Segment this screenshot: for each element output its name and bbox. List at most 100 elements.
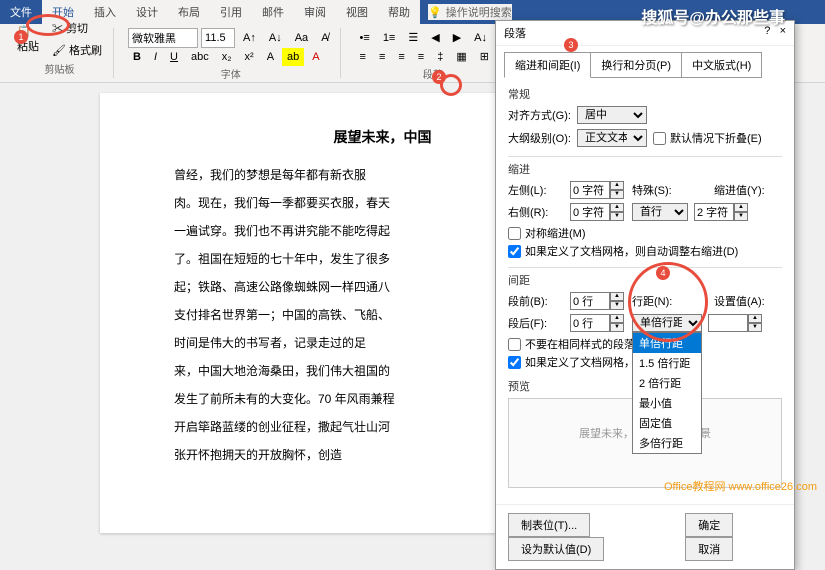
dropdown-item[interactable]: 单倍行距	[633, 333, 701, 353]
font-size-select[interactable]	[201, 28, 235, 48]
tab-file[interactable]: 文件	[0, 0, 42, 24]
dialog-tabs: 缩进和间距(I) 换行和分页(P) 中文版式(H)	[496, 46, 794, 78]
align-center-icon[interactable]: ≡	[374, 48, 390, 66]
format-painter-button[interactable]: 🖌 格式刷	[47, 39, 107, 61]
italic-button[interactable]: I	[149, 48, 162, 66]
align-left-icon[interactable]: ≡	[355, 48, 371, 66]
section-general: 常规	[508, 86, 782, 102]
tab-help[interactable]: 帮助	[378, 0, 420, 24]
up-icon[interactable]: ▲	[610, 203, 624, 212]
cut-button[interactable]: ✂ 剪切	[47, 17, 107, 39]
tab-design[interactable]: 设计	[126, 0, 168, 24]
align-select[interactable]: 居中	[577, 106, 647, 124]
outline-label: 大纲级别(O):	[508, 130, 571, 146]
set-value-input[interactable]	[708, 314, 748, 332]
group-label: 字体	[128, 66, 334, 81]
line-spacing-label: 行距(N):	[632, 293, 688, 309]
annotation-badge: 1	[14, 30, 28, 44]
superscript-button[interactable]: x²	[240, 48, 259, 66]
tab-indent-spacing[interactable]: 缩进和间距(I)	[504, 52, 591, 78]
down-icon[interactable]: ▼	[734, 212, 748, 221]
tell-me-search[interactable]: 💡 操作说明搜索	[428, 4, 512, 20]
tab-chinese[interactable]: 中文版式(H)	[681, 52, 762, 78]
auto-indent-checkbox[interactable]	[508, 245, 521, 258]
indent-value-label: 缩进值(Y):	[714, 182, 770, 198]
up-icon[interactable]: ▲	[610, 292, 624, 301]
change-case-icon[interactable]: Aa	[290, 29, 313, 47]
increase-indent-icon[interactable]: ▶	[448, 28, 466, 47]
no-space-checkbox[interactable]	[508, 338, 521, 351]
up-icon[interactable]: ▲	[610, 181, 624, 190]
auto-indent-label: 如果定义了文档网格，则自动调整右缩进(D)	[525, 243, 738, 259]
strike-button[interactable]: abc	[186, 48, 214, 66]
tabstop-button[interactable]: 制表位(T)...	[508, 513, 590, 537]
mirror-label: 对称缩进(M)	[525, 225, 586, 241]
bold-button[interactable]: B	[128, 48, 146, 66]
clear-format-icon[interactable]: A̸	[316, 29, 333, 47]
snap-grid-checkbox[interactable]	[508, 356, 521, 369]
cancel-button[interactable]: 取消	[685, 537, 733, 561]
font-family-select[interactable]	[128, 28, 198, 48]
down-icon[interactable]: ▼	[610, 301, 624, 310]
highlight-button[interactable]: ab	[282, 48, 304, 66]
dropdown-item[interactable]: 2 倍行距	[633, 373, 701, 393]
align-right-icon[interactable]: ≡	[393, 48, 409, 66]
down-icon[interactable]: ▼	[610, 190, 624, 199]
collapse-checkbox[interactable]	[653, 132, 666, 145]
up-icon[interactable]: ▲	[734, 203, 748, 212]
text-effects-icon[interactable]: A	[262, 48, 279, 66]
tab-mail[interactable]: 邮件	[252, 0, 294, 24]
line-spacing-dropdown[interactable]: 单倍行距 单倍行距 1.5 倍行距 2 倍行距 最小值 固定值 多倍行距	[632, 314, 702, 332]
before-label: 段前(B):	[508, 293, 564, 309]
decrease-indent-icon[interactable]: ◀	[426, 28, 444, 47]
lightbulb-icon: 💡	[428, 6, 442, 19]
borders-icon[interactable]: ⊞	[475, 47, 494, 66]
down-icon[interactable]: ▼	[748, 323, 762, 332]
group-label: 剪贴板	[12, 61, 107, 76]
tab-line-page[interactable]: 换行和分页(P)	[590, 52, 682, 78]
group-font: A↑ A↓ Aa A̸ B I U abc x₂ x² A ab A 字体	[122, 28, 341, 78]
justify-icon[interactable]: ≡	[413, 48, 429, 66]
set-default-button[interactable]: 设为默认值(D)	[508, 537, 604, 561]
dropdown-item[interactable]: 最小值	[633, 393, 701, 413]
font-color-button[interactable]: A	[307, 48, 324, 66]
sort-icon[interactable]: A↓	[469, 29, 492, 47]
mirror-indent-checkbox[interactable]	[508, 227, 521, 240]
tab-review[interactable]: 审阅	[294, 0, 336, 24]
up-icon[interactable]: ▲	[610, 314, 624, 323]
before-input[interactable]	[570, 292, 610, 310]
dropdown-list: 单倍行距 1.5 倍行距 2 倍行距 最小值 固定值 多倍行距	[632, 332, 702, 454]
left-indent-input[interactable]	[570, 181, 610, 199]
underline-button[interactable]: U	[165, 48, 183, 66]
section-indent: 缩进	[508, 161, 782, 177]
tab-layout[interactable]: 布局	[168, 0, 210, 24]
dropdown-item[interactable]: 多倍行距	[633, 433, 701, 453]
left-indent-label: 左侧(L):	[508, 182, 564, 198]
right-indent-label: 右侧(R):	[508, 204, 564, 220]
ok-button[interactable]: 确定	[685, 513, 733, 537]
dropdown-item[interactable]: 1.5 倍行距	[633, 353, 701, 373]
outline-select[interactable]: 正文文本	[577, 129, 647, 147]
up-icon[interactable]: ▲	[748, 314, 762, 323]
numbering-icon[interactable]: 1≡	[378, 29, 401, 47]
multilevel-icon[interactable]: ☰	[403, 28, 423, 47]
dropdown-item[interactable]: 固定值	[633, 413, 701, 433]
down-icon[interactable]: ▼	[610, 323, 624, 332]
tab-ref[interactable]: 引用	[210, 0, 252, 24]
shading-icon[interactable]: ▦	[451, 47, 471, 66]
tab-view[interactable]: 视图	[336, 0, 378, 24]
indent-value-input[interactable]	[694, 203, 734, 221]
bullets-icon[interactable]: •≡	[355, 29, 375, 47]
align-label: 对齐方式(G):	[508, 107, 571, 123]
watermark: 搜狐号@办公那些事	[641, 4, 785, 28]
subscript-button[interactable]: x₂	[217, 48, 237, 66]
collapse-label: 默认情况下折叠(E)	[670, 130, 762, 146]
group-paragraph: •≡ 1≡ ☰ ◀ ▶ A↓ ¶ ≡ ≡ ≡ ≡ ‡ ▦ ⊞ 段落	[349, 28, 518, 78]
right-indent-input[interactable]	[570, 203, 610, 221]
special-select[interactable]: 首行	[632, 203, 688, 221]
increase-font-icon[interactable]: A↑	[238, 29, 261, 47]
decrease-font-icon[interactable]: A↓	[264, 29, 287, 47]
line-spacing-icon[interactable]: ‡	[432, 48, 448, 66]
after-input[interactable]	[570, 314, 610, 332]
down-icon[interactable]: ▼	[610, 212, 624, 221]
